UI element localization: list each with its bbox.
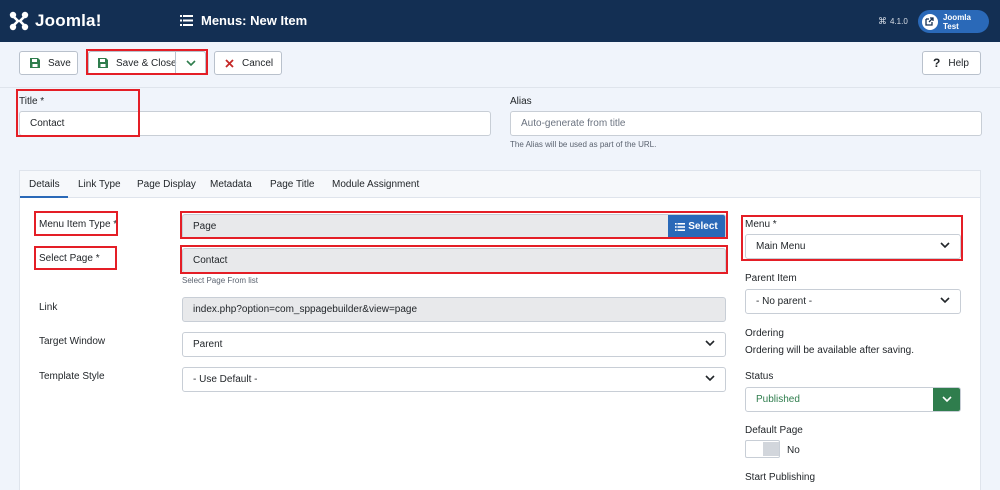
- select-button-label: Select: [688, 221, 718, 232]
- ordering-text: Ordering will be available after saving.: [745, 345, 914, 356]
- default-page-label: Default Page: [745, 425, 803, 436]
- alias-hint: The Alias will be used as part of the UR…: [510, 140, 657, 149]
- save-button[interactable]: Save: [19, 51, 78, 75]
- menu-label: Menu *: [745, 219, 777, 230]
- parent-item-label: Parent Item: [745, 273, 797, 284]
- menu-select[interactable]: Main Menu: [745, 234, 961, 259]
- title-input[interactable]: Contact: [19, 111, 491, 136]
- logo-text: Joomla!: [35, 11, 102, 30]
- save-close-label: Save & Close: [116, 57, 177, 69]
- save-options-dropdown[interactable]: [175, 52, 205, 74]
- alias-placeholder: Auto-generate from title: [521, 118, 626, 129]
- status-value: Published: [756, 394, 800, 405]
- close-icon: [225, 58, 234, 68]
- select-menu-type-button[interactable]: Select: [668, 215, 725, 238]
- ordering-label: Ordering: [745, 328, 784, 339]
- page-title-text: Menus: New Item: [201, 13, 308, 28]
- list-icon: [180, 15, 193, 26]
- external-link-icon: [922, 13, 938, 30]
- version-text: 4.1.0: [890, 17, 908, 26]
- cancel-label: Cancel: [242, 57, 274, 69]
- list-icon: [675, 222, 686, 231]
- user-menu-button[interactable]: Joomla Test: [918, 10, 989, 33]
- tab-module-assignment[interactable]: Module Assignment: [332, 179, 419, 190]
- joomla-logo-icon: [8, 10, 30, 32]
- status-label: Status: [745, 371, 774, 382]
- tab-page-title[interactable]: Page Title: [270, 179, 314, 190]
- chevron-down-icon: [940, 297, 950, 304]
- tab-link-type[interactable]: Link Type: [78, 179, 121, 190]
- menu-value: Main Menu: [756, 241, 806, 252]
- help-label: Help: [948, 57, 969, 69]
- save-close-button[interactable]: Save & Close: [88, 51, 206, 75]
- template-style-select[interactable]: - Use Default -: [182, 367, 726, 392]
- template-style-value: - Use Default -: [193, 374, 258, 385]
- target-window-value: Parent: [193, 339, 223, 350]
- active-tab-indicator: [20, 196, 68, 198]
- select-page-value: Contact: [193, 255, 228, 266]
- chevron-down-icon: [940, 242, 950, 249]
- top-bar: Joomla! Menus: New Item ⌘ 4.1.0 Joomla T…: [0, 0, 1000, 42]
- target-window-select[interactable]: Parent: [182, 332, 726, 357]
- user-label: Joomla Test: [942, 12, 971, 31]
- link-field: index.php?option=com_sppagebuilder&view=…: [182, 297, 726, 322]
- help-button[interactable]: ? Help: [922, 51, 981, 75]
- question-icon: ?: [933, 56, 941, 70]
- joomla-small-icon: ⌘: [878, 16, 887, 26]
- default-page-switch[interactable]: [745, 440, 780, 458]
- tab-bar: Details Link Type Page Display Metadata …: [20, 171, 980, 198]
- version-info: ⌘ 4.1.0: [878, 16, 908, 27]
- parent-item-value: - No parent -: [756, 296, 813, 307]
- template-style-label: Template Style: [39, 371, 105, 382]
- select-page-label: Select Page *: [39, 253, 100, 264]
- save-label: Save: [48, 57, 71, 69]
- chevron-down-icon: [185, 60, 196, 66]
- chevron-down-icon: [705, 375, 715, 382]
- toolbar: Save Save & Close Cancel ? Help: [0, 42, 1000, 88]
- tab-metadata[interactable]: Metadata: [210, 179, 252, 190]
- default-page-state: No: [787, 445, 800, 456]
- title-value: Contact: [30, 118, 65, 129]
- chevron-down-icon: [941, 396, 952, 403]
- menu-item-type-label: Menu Item Type *: [39, 219, 118, 230]
- cancel-button[interactable]: Cancel: [214, 51, 282, 75]
- tab-page-display[interactable]: Page Display: [137, 179, 196, 190]
- alias-input[interactable]: Auto-generate from title: [510, 111, 982, 136]
- alias-label: Alias: [510, 96, 532, 107]
- chevron-down-icon: [705, 340, 715, 347]
- target-window-label: Target Window: [39, 336, 106, 347]
- title-label: Title *: [19, 96, 45, 107]
- select-page-field[interactable]: Contact: [182, 248, 726, 273]
- save-close-icon: [98, 58, 108, 68]
- save-icon: [30, 58, 40, 68]
- status-select[interactable]: Published: [745, 387, 961, 412]
- select-page-hint: Select Page From list: [182, 276, 259, 285]
- status-dropdown-toggle[interactable]: [933, 388, 960, 411]
- menu-item-type-value: Page: [193, 221, 217, 232]
- link-value: index.php?option=com_sppagebuilder&view=…: [193, 304, 418, 315]
- switch-knob: [763, 442, 779, 456]
- parent-item-select[interactable]: - No parent -: [745, 289, 961, 314]
- tab-details[interactable]: Details: [29, 179, 60, 190]
- page-title: Menus: New Item: [180, 13, 307, 28]
- start-publishing-label: Start Publishing: [745, 472, 816, 483]
- link-label: Link: [39, 302, 58, 313]
- joomla-logo[interactable]: Joomla!: [8, 10, 102, 32]
- menu-item-type-field: Page Select: [182, 214, 726, 239]
